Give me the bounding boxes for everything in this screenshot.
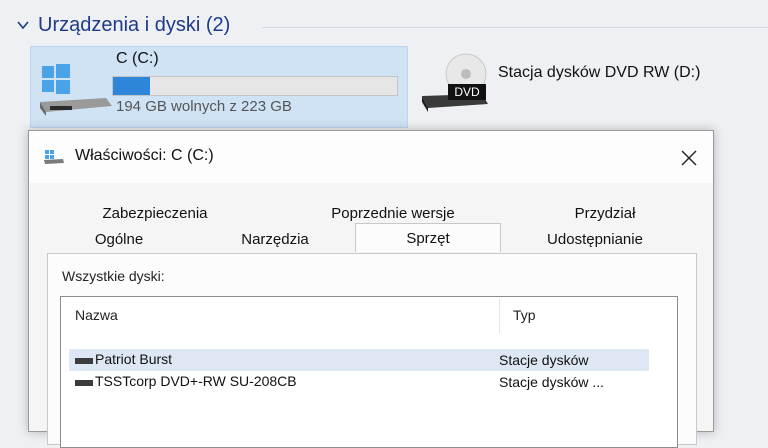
properties-dialog: Właściwości: C (C:) Zabezpieczenia Poprz…	[28, 130, 714, 448]
column-separator[interactable]	[499, 299, 500, 333]
tab-hardware[interactable]: Sprzęt	[355, 223, 501, 252]
column-header-name[interactable]: Nazwa	[75, 307, 118, 323]
disk-drive-icon	[75, 358, 93, 364]
disk-list[interactable]: Nazwa Typ Patriot Burst Stacje dysków TS…	[60, 296, 678, 448]
tab-previous-versions[interactable]: Poprzednie wersje	[319, 201, 467, 225]
row-name: Patriot Burst	[95, 351, 173, 367]
tab-quota[interactable]: Przydział	[557, 201, 653, 225]
hardware-panel: Wszystkie dyski: Nazwa Typ Patriot Burst…	[47, 253, 697, 448]
tab-tools[interactable]: Narzędzia	[225, 227, 325, 251]
row-type: Stacje dysków	[499, 352, 589, 368]
dvd-drive-name[interactable]: Stacja dysków DVD RW (D:)	[498, 64, 700, 82]
group-divider	[262, 27, 768, 28]
row-name: TSSTcorp DVD+-RW SU-208CB	[95, 373, 297, 389]
column-header-type[interactable]: Typ	[513, 307, 536, 323]
drive-c-free-space: 194 GB wolnych z 223 GB	[116, 98, 292, 115]
dialog-title: Właściwości: C (C:)	[75, 147, 214, 164]
close-button[interactable]	[675, 145, 703, 171]
close-icon	[681, 150, 697, 166]
list-item[interactable]: TSSTcorp DVD+-RW SU-208CB Stacje dysków …	[69, 371, 649, 393]
tab-sharing[interactable]: Udostępnianie	[529, 227, 661, 251]
drive-icon	[44, 150, 64, 164]
row-type: Stacje dysków ...	[499, 374, 605, 390]
dialog-titlebar[interactable]: Właściwości: C (C:)	[29, 131, 713, 183]
chevron-down-icon	[17, 21, 29, 30]
tab-security[interactable]: Zabezpieczenia	[85, 201, 225, 225]
group-title: Urządzenia i dyski (2)	[38, 13, 231, 36]
drive-c-usage-fill	[113, 77, 150, 95]
dvd-badge: DVD	[454, 85, 480, 99]
drive-c-usage-bar	[112, 76, 398, 96]
tab-general[interactable]: Ogólne	[71, 227, 167, 251]
list-item[interactable]: Patriot Burst Stacje dysków	[69, 349, 649, 371]
group-header-devices[interactable]: Urządzenia i dyski (2)	[16, 10, 230, 40]
disk-drive-icon	[75, 380, 93, 386]
drive-c-name: C (C:)	[116, 50, 159, 67]
windows-drive-icon	[40, 64, 112, 116]
all-disks-label: Wszystkie dyski:	[62, 268, 165, 284]
dvd-drive-icon: DVD	[422, 53, 488, 112]
